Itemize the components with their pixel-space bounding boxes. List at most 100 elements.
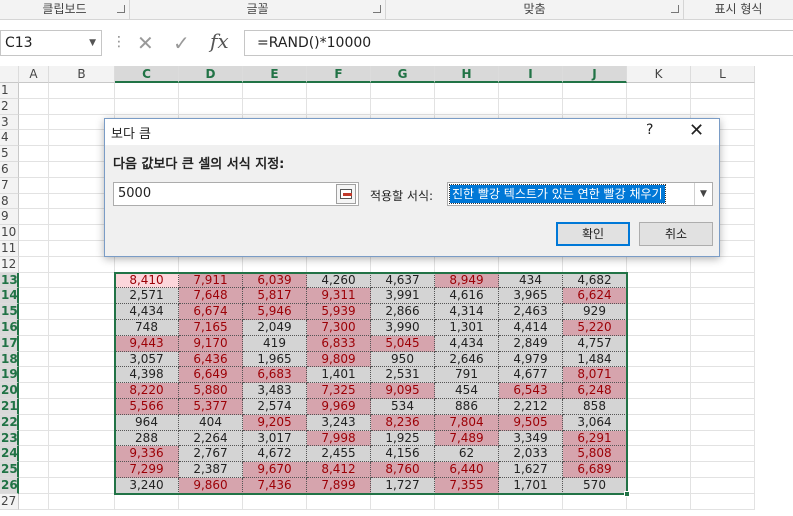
- data-cell[interactable]: 2,387: [179, 462, 243, 478]
- cell[interactable]: [19, 272, 49, 289]
- data-cell[interactable]: 2,264: [179, 430, 243, 447]
- data-cell[interactable]: 9,809: [307, 351, 371, 368]
- data-cell[interactable]: 4,757: [563, 335, 627, 352]
- data-cell[interactable]: 6,683: [243, 367, 307, 384]
- cell[interactable]: [49, 493, 115, 510]
- data-cell[interactable]: 4,677: [499, 367, 563, 384]
- cell[interactable]: [691, 414, 755, 431]
- data-cell[interactable]: 5,045: [371, 335, 435, 352]
- data-cell[interactable]: 434: [499, 272, 563, 289]
- data-cell[interactable]: 6,440: [435, 462, 499, 478]
- data-cell[interactable]: 8,220: [115, 383, 179, 399]
- cell[interactable]: [115, 256, 179, 273]
- cell[interactable]: [627, 383, 691, 399]
- data-cell[interactable]: 929: [563, 304, 627, 320]
- cell[interactable]: [307, 256, 371, 273]
- row-header[interactable]: 13: [0, 272, 19, 289]
- row-header[interactable]: 11: [0, 241, 19, 257]
- data-cell[interactable]: 570: [563, 478, 627, 494]
- cell[interactable]: [115, 98, 179, 115]
- data-cell[interactable]: 419: [243, 335, 307, 352]
- cell[interactable]: [691, 430, 755, 447]
- cell[interactable]: [49, 383, 115, 399]
- threshold-input[interactable]: 5000: [113, 182, 359, 206]
- row-header[interactable]: 1: [0, 83, 19, 99]
- data-cell[interactable]: 5,817: [243, 288, 307, 305]
- data-cell[interactable]: 3,349: [499, 430, 563, 447]
- chevron-down-icon[interactable]: ▼: [694, 183, 712, 205]
- cell[interactable]: [691, 478, 755, 494]
- cell[interactable]: [19, 177, 49, 194]
- cell[interactable]: [371, 256, 435, 273]
- data-cell[interactable]: 454: [435, 383, 499, 399]
- cell[interactable]: [627, 351, 691, 368]
- data-cell[interactable]: 3,991: [371, 288, 435, 305]
- data-cell[interactable]: 404: [179, 414, 243, 431]
- data-cell[interactable]: 2,866: [371, 304, 435, 320]
- row-header[interactable]: 3: [0, 114, 19, 131]
- data-cell[interactable]: 1,484: [563, 351, 627, 368]
- row-header[interactable]: 15: [0, 304, 19, 320]
- row-header[interactable]: 9: [0, 209, 19, 226]
- cell[interactable]: [19, 225, 49, 241]
- data-cell[interactable]: 6,674: [179, 304, 243, 320]
- data-cell[interactable]: 9,969: [307, 399, 371, 415]
- cell[interactable]: [691, 462, 755, 478]
- cell[interactable]: [307, 83, 371, 99]
- cell[interactable]: [627, 399, 691, 415]
- data-cell[interactable]: 288: [115, 430, 179, 447]
- row-header[interactable]: 6: [0, 162, 19, 178]
- cancel-icon[interactable]: ✕: [137, 31, 154, 55]
- cell[interactable]: [243, 256, 307, 273]
- cell[interactable]: [691, 98, 755, 115]
- data-cell[interactable]: 3,017: [243, 430, 307, 447]
- cell[interactable]: [19, 399, 49, 415]
- cell[interactable]: [691, 256, 755, 273]
- cell[interactable]: [691, 320, 755, 336]
- close-icon[interactable]: ✕: [689, 120, 704, 141]
- data-cell[interactable]: 3,243: [307, 414, 371, 431]
- cell[interactable]: [627, 335, 691, 352]
- cell[interactable]: [627, 367, 691, 384]
- row-header[interactable]: 26: [0, 478, 19, 494]
- cell[interactable]: [19, 83, 49, 99]
- cell[interactable]: [49, 367, 115, 384]
- cell[interactable]: [627, 478, 691, 494]
- cell[interactable]: [435, 98, 499, 115]
- data-cell[interactable]: 6,649: [179, 367, 243, 384]
- row-header[interactable]: 16: [0, 320, 19, 336]
- data-cell[interactable]: 9,205: [243, 414, 307, 431]
- data-cell[interactable]: 9,311: [307, 288, 371, 305]
- data-cell[interactable]: 964: [115, 414, 179, 431]
- column-header[interactable]: F: [307, 66, 371, 83]
- data-cell[interactable]: 6,039: [243, 272, 307, 289]
- cell[interactable]: [179, 83, 243, 99]
- format-select[interactable]: 진한 빨강 텍스트가 있는 연한 빨강 채우기 ▼: [447, 182, 713, 206]
- cell[interactable]: [691, 83, 755, 99]
- data-cell[interactable]: 4,156: [371, 446, 435, 463]
- data-cell[interactable]: 3,057: [115, 351, 179, 368]
- data-cell[interactable]: 4,637: [371, 272, 435, 289]
- data-cell[interactable]: 7,355: [435, 478, 499, 494]
- cell[interactable]: [499, 98, 563, 115]
- data-cell[interactable]: 7,299: [115, 462, 179, 478]
- cell[interactable]: [179, 98, 243, 115]
- enter-icon[interactable]: ✓: [173, 31, 190, 55]
- data-cell[interactable]: 6,689: [563, 462, 627, 478]
- dialog-launcher-icon[interactable]: [117, 5, 125, 13]
- column-header[interactable]: B: [49, 66, 115, 83]
- cell[interactable]: [19, 493, 49, 510]
- data-cell[interactable]: 858: [563, 399, 627, 415]
- data-cell[interactable]: 2,646: [435, 351, 499, 368]
- cell[interactable]: [691, 383, 755, 399]
- cell[interactable]: [627, 446, 691, 463]
- cell[interactable]: [243, 83, 307, 99]
- cell[interactable]: [435, 83, 499, 99]
- data-cell[interactable]: 4,434: [435, 335, 499, 352]
- data-cell[interactable]: 2,033: [499, 446, 563, 463]
- column-header[interactable]: K: [627, 66, 691, 83]
- data-cell[interactable]: 2,849: [499, 335, 563, 352]
- column-header[interactable]: J: [563, 66, 627, 83]
- cell[interactable]: [19, 320, 49, 336]
- data-cell[interactable]: 6,543: [499, 383, 563, 399]
